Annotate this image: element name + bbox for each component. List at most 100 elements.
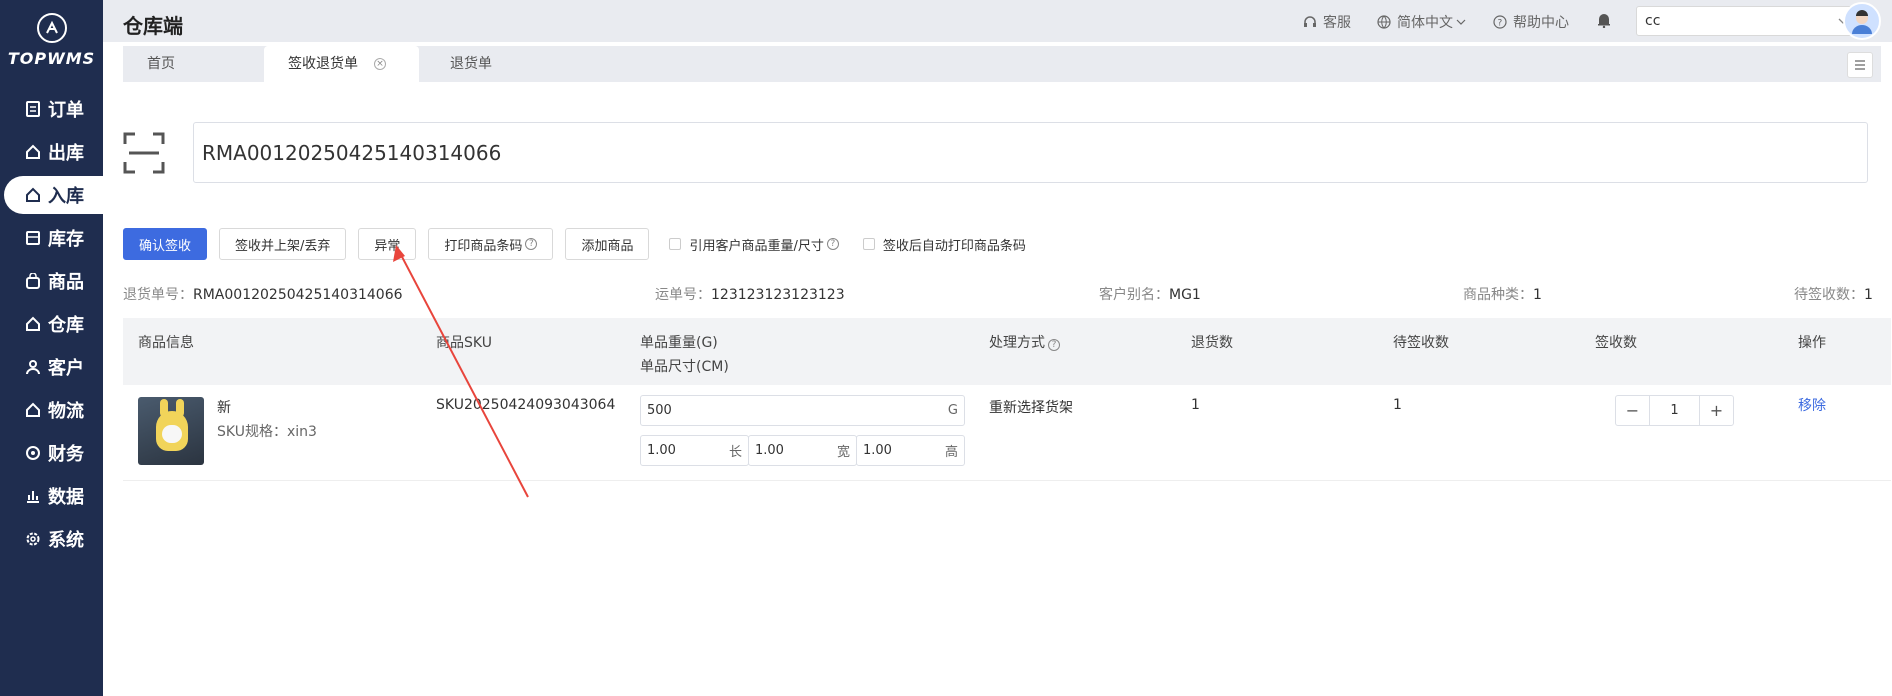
sidebar-item-inbound[interactable]: 入库 bbox=[4, 176, 103, 214]
close-icon[interactable]: × bbox=[374, 58, 386, 70]
sidebar-item-finance[interactable]: 财务 bbox=[0, 434, 103, 472]
checkbox-box bbox=[862, 238, 875, 250]
svg-text:?: ? bbox=[1498, 19, 1503, 29]
language-switch[interactable]: 简体中文 bbox=[1377, 12, 1472, 32]
add-product-button[interactable]: 添加商品 bbox=[565, 228, 650, 260]
sidebar-item-label: 物流 bbox=[48, 401, 84, 422]
logo-icon bbox=[36, 12, 67, 43]
headset-icon bbox=[1304, 16, 1316, 27]
weight-unit: G bbox=[947, 403, 958, 418]
sidebar-item-data[interactable]: 数据 bbox=[0, 477, 103, 515]
language-label: 简体中文 bbox=[1397, 15, 1453, 31]
tab-home[interactable]: 首页 bbox=[123, 46, 199, 82]
col-product: 商品信息 bbox=[138, 335, 194, 351]
sidebar-nav: 订单 出库 入库 库存 商品 仓库 客户 物流 财务 数据 系统 bbox=[0, 90, 103, 558]
weight-input[interactable]: 500 G bbox=[640, 395, 965, 426]
col-ops: 操作 bbox=[1798, 335, 1826, 351]
width-input[interactable]: 1.00 宽 bbox=[748, 435, 857, 466]
height-value: 1.00 bbox=[863, 443, 892, 458]
globe-icon bbox=[1377, 15, 1391, 29]
support-label: 客服 bbox=[1323, 15, 1351, 31]
help-label: 帮助中心 bbox=[1513, 15, 1569, 31]
house-out-icon bbox=[24, 143, 42, 161]
info-value: 123123123123123 bbox=[711, 287, 845, 303]
col-sku: 商品SKU bbox=[436, 335, 492, 351]
info-label: 客户别名： bbox=[1099, 287, 1169, 303]
sidebar-item-warehouse[interactable]: 仓库 bbox=[0, 305, 103, 343]
pending-count: 待签收数：1 bbox=[1794, 284, 1873, 304]
sidebar-item-label: 入库 bbox=[48, 186, 84, 207]
avatar[interactable] bbox=[1843, 2, 1881, 40]
handle-method[interactable]: 重新选择货架 bbox=[989, 397, 1073, 417]
sign-qty-value[interactable]: 1 bbox=[1649, 396, 1700, 425]
table-header: 商品信息 商品SKU 单品重量(G) 单品尺寸(CM) 处理方式? 退货数 待签… bbox=[123, 318, 1891, 385]
help-center-link[interactable]: ? 帮助中心 bbox=[1493, 12, 1569, 32]
bell-icon bbox=[1598, 14, 1610, 28]
chevron-down-icon bbox=[1456, 19, 1466, 25]
notification-button[interactable] bbox=[1596, 12, 1618, 28]
sidebar-item-orders[interactable]: 订单 bbox=[0, 90, 103, 128]
exception-button[interactable]: 异常 bbox=[358, 228, 417, 260]
sidebar-item-label: 客户 bbox=[48, 358, 84, 379]
help-icon: ? bbox=[826, 238, 839, 250]
col-return-qty: 退货数 bbox=[1191, 335, 1233, 351]
waybill-number: 运单号：123123123123123 bbox=[655, 284, 845, 304]
scan-input[interactable]: RMA00120250425140314066 bbox=[193, 122, 1868, 183]
toolbar: 确认签收 签收并上架/丢弃 异常 打印商品条码? 添加商品 引用客户商品重量/尺… bbox=[123, 228, 1042, 260]
col-weight: 单品重量(G) bbox=[640, 335, 718, 351]
info-value: 1 bbox=[1533, 287, 1542, 303]
support-link[interactable]: 客服 bbox=[1303, 12, 1351, 32]
tab-sign-return[interactable]: 签收退货单 × bbox=[264, 46, 419, 82]
sign-qty-stepper[interactable]: − 1 + bbox=[1615, 395, 1734, 426]
print-barcode-label: 打印商品条码 bbox=[444, 238, 523, 254]
length-input[interactable]: 1.00 长 bbox=[640, 435, 749, 466]
sidebar-item-system[interactable]: 系统 bbox=[0, 520, 103, 558]
confirm-sign-button[interactable]: 确认签收 bbox=[123, 228, 208, 260]
sidebar-item-inventory[interactable]: 库存 bbox=[0, 219, 103, 257]
house-in-icon bbox=[24, 186, 42, 204]
sidebar-item-logistics[interactable]: 物流 bbox=[0, 391, 103, 429]
bag-icon bbox=[24, 272, 42, 290]
inventory-icon bbox=[24, 229, 42, 247]
tab-label: 退货单 bbox=[450, 56, 492, 72]
width-unit: 宽 bbox=[836, 445, 850, 460]
sidebar: TOPWMS 订单 出库 入库 库存 商品 仓库 客户 物流 财务 数据 系统 bbox=[0, 0, 103, 696]
truck-icon bbox=[24, 401, 42, 419]
user-icon bbox=[24, 358, 42, 376]
menu-icon bbox=[1855, 60, 1865, 70]
product-image bbox=[138, 397, 204, 465]
sidebar-item-label: 财务 bbox=[48, 444, 84, 465]
product-name: 新 bbox=[217, 400, 231, 416]
length-value: 1.00 bbox=[647, 443, 676, 458]
warehouse-select[interactable]: cc bbox=[1636, 6, 1858, 36]
info-label: 退货单号： bbox=[123, 287, 193, 303]
warehouse-select-value: cc bbox=[1645, 13, 1661, 29]
plus-icon[interactable]: + bbox=[1700, 396, 1733, 425]
sign-shelve-button[interactable]: 签收并上架/丢弃 bbox=[219, 228, 347, 260]
height-input[interactable]: 1.00 高 bbox=[856, 435, 965, 466]
sidebar-item-outbound[interactable]: 出库 bbox=[0, 133, 103, 171]
tab-menu-button[interactable] bbox=[1847, 52, 1873, 78]
tab-label: 签收退货单 bbox=[288, 56, 358, 72]
page-title: 仓库端 bbox=[123, 14, 183, 38]
sidebar-item-customers[interactable]: 客户 bbox=[0, 348, 103, 386]
return-number: 退货单号：RMA00120250425140314066 bbox=[123, 284, 403, 304]
sidebar-item-products[interactable]: 商品 bbox=[0, 262, 103, 300]
minus-icon[interactable]: − bbox=[1616, 396, 1649, 425]
pending-qty: 1 bbox=[1393, 397, 1402, 413]
col-handle: 处理方式? bbox=[989, 332, 1060, 352]
help-icon: ? bbox=[1048, 339, 1060, 351]
auto-print-checkbox[interactable]: 签收后自动打印商品条码 bbox=[862, 235, 1026, 254]
scan-icon bbox=[123, 132, 165, 174]
main-content: RMA00120250425140314066 确认签收 签收并上架/丢弃 异常… bbox=[103, 82, 1892, 696]
tab-return-orders[interactable]: 退货单 bbox=[426, 46, 516, 82]
top-header: 仓库端 客服 简体中文 ? 帮助中心 cc bbox=[103, 0, 1892, 42]
remove-link[interactable]: 移除 bbox=[1798, 395, 1826, 415]
info-value: 1 bbox=[1864, 287, 1873, 303]
help-icon: ? bbox=[525, 238, 538, 250]
sidebar-item-label: 出库 bbox=[48, 143, 84, 164]
print-barcode-button[interactable]: 打印商品条码? bbox=[428, 228, 554, 260]
use-weight-checkbox[interactable]: 引用客户商品重量/尺寸? bbox=[669, 235, 839, 254]
brand-name: TOPWMS bbox=[7, 48, 96, 68]
help-icon: ? bbox=[1493, 15, 1507, 29]
